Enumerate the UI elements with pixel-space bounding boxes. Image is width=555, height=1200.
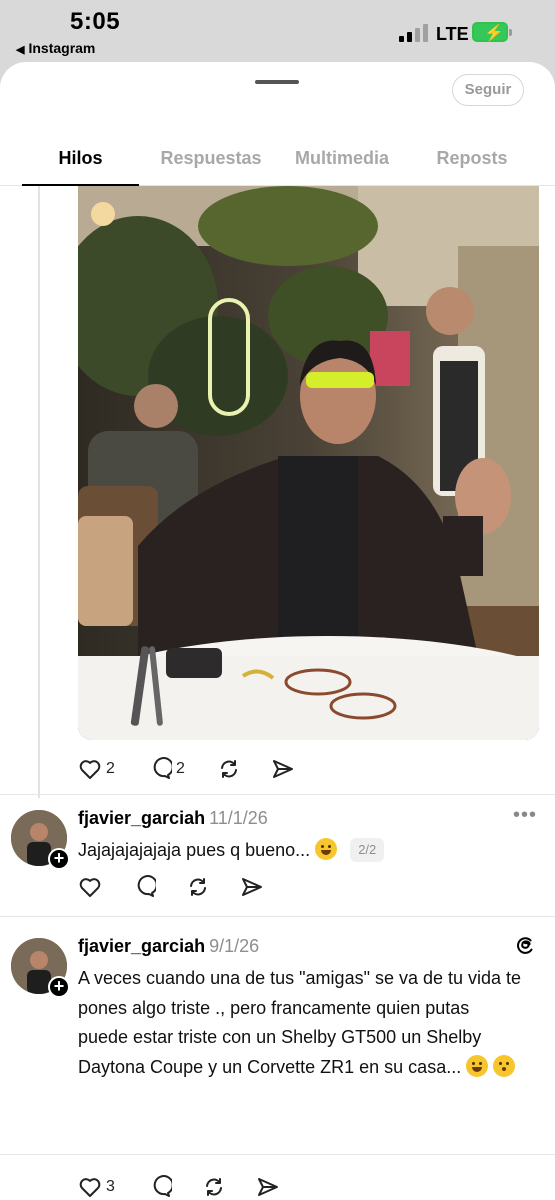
sweat-smile-emoji-icon bbox=[315, 838, 338, 860]
like-button[interactable]: 2 bbox=[78, 756, 115, 782]
send-icon bbox=[242, 878, 262, 896]
repost-button[interactable] bbox=[186, 874, 210, 900]
heart-icon bbox=[79, 760, 101, 779]
profile-tabs: Hilos Respuestas Multimedia Reposts bbox=[0, 140, 555, 186]
post-actions: 3 bbox=[78, 1174, 338, 1200]
send-icon bbox=[258, 1178, 278, 1196]
comment-icon bbox=[153, 757, 172, 779]
share-button[interactable] bbox=[240, 874, 264, 900]
post-photo[interactable] bbox=[78, 186, 539, 740]
sheet-drag-handle[interactable] bbox=[255, 80, 299, 84]
share-button[interactable] bbox=[256, 1174, 280, 1200]
like-count: 2 bbox=[106, 760, 115, 777]
repost-icon bbox=[190, 878, 206, 896]
follow-plus-icon[interactable]: + bbox=[48, 976, 70, 998]
more-options-icon[interactable]: ••• bbox=[513, 804, 537, 827]
repost-button[interactable] bbox=[202, 1174, 226, 1200]
repost-button[interactable] bbox=[217, 756, 241, 782]
reply-actions bbox=[78, 874, 338, 900]
heart-icon bbox=[79, 1178, 101, 1197]
follow-button[interactable]: Seguir bbox=[452, 74, 524, 106]
reply-text: Jajajajajajaja pues q bueno... 2/2 bbox=[78, 836, 523, 866]
tab-reposts[interactable]: Reposts bbox=[417, 148, 527, 169]
post-actions: 2 2 bbox=[78, 756, 338, 782]
thread-post: + fjavier_garciah 9/1/26 A veces cuando u… bbox=[0, 916, 555, 1197]
comment-count: 2 bbox=[176, 760, 185, 777]
like-button[interactable] bbox=[78, 874, 102, 900]
follow-plus-icon[interactable]: + bbox=[48, 848, 70, 870]
reply-username-row: fjavier_garciah 11/1/26 bbox=[78, 808, 268, 829]
comment-button[interactable]: 2 bbox=[148, 756, 185, 782]
comment-button[interactable] bbox=[148, 1174, 172, 1200]
profile-sheet: Seguir Hilos Respuestas Multimedia Repos… bbox=[0, 62, 555, 1200]
battery-icon: ⚡ bbox=[472, 22, 512, 42]
thread-connector-line bbox=[38, 186, 40, 798]
sweat-smile-emoji-icon bbox=[466, 1054, 489, 1077]
back-to-app-link[interactable]: ◀ Instagram bbox=[16, 40, 95, 56]
comment-icon bbox=[137, 875, 156, 897]
tab-respuestas[interactable]: Respuestas bbox=[150, 148, 272, 169]
threads-logo-icon[interactable] bbox=[515, 934, 537, 956]
post-username-row: fjavier_garciah 9/1/26 bbox=[78, 936, 259, 957]
status-bar: 5:05 ◀ Instagram LTE ⚡ bbox=[0, 0, 555, 62]
post-date: 9/1/26 bbox=[209, 936, 260, 956]
post-divider bbox=[0, 1154, 555, 1155]
comment-icon bbox=[153, 1175, 172, 1197]
username[interactable]: fjavier_garciah bbox=[78, 808, 205, 828]
tab-multimedia[interactable]: Multimedia bbox=[283, 148, 401, 169]
repost-icon bbox=[206, 1178, 222, 1196]
kissing-emoji-icon bbox=[493, 1054, 516, 1077]
back-app-label: Instagram bbox=[28, 40, 96, 56]
tab-hilos[interactable]: Hilos bbox=[22, 148, 139, 169]
share-button[interactable] bbox=[271, 756, 295, 782]
username[interactable]: fjavier_garciah bbox=[78, 936, 205, 956]
back-arrow-icon: ◀ bbox=[16, 44, 25, 56]
charging-bolt-icon: ⚡ bbox=[484, 25, 504, 42]
reply-text-content: Jajajajajajaja pues q bueno... bbox=[78, 840, 311, 860]
network-label: LTE bbox=[436, 24, 469, 44]
post-text-content: A veces cuando una de tus "amigas" se va… bbox=[78, 968, 522, 1077]
like-count: 3 bbox=[106, 1178, 115, 1195]
signal-icon bbox=[399, 24, 429, 42]
send-icon bbox=[273, 760, 293, 778]
post-text: A veces cuando una de tus "amigas" se va… bbox=[78, 964, 523, 1082]
status-time: 5:05 bbox=[70, 8, 121, 35]
repost-icon bbox=[221, 760, 237, 778]
thread-count-badge: 2/2 bbox=[350, 838, 385, 862]
heart-icon bbox=[79, 878, 101, 897]
like-button[interactable]: 3 bbox=[78, 1174, 115, 1200]
thread-reply: + fjavier_garciah 11/1/26 ••• Jajajajajaj… bbox=[0, 794, 555, 916]
comment-button[interactable] bbox=[132, 874, 156, 900]
post-date: 11/1/26 bbox=[209, 808, 268, 828]
